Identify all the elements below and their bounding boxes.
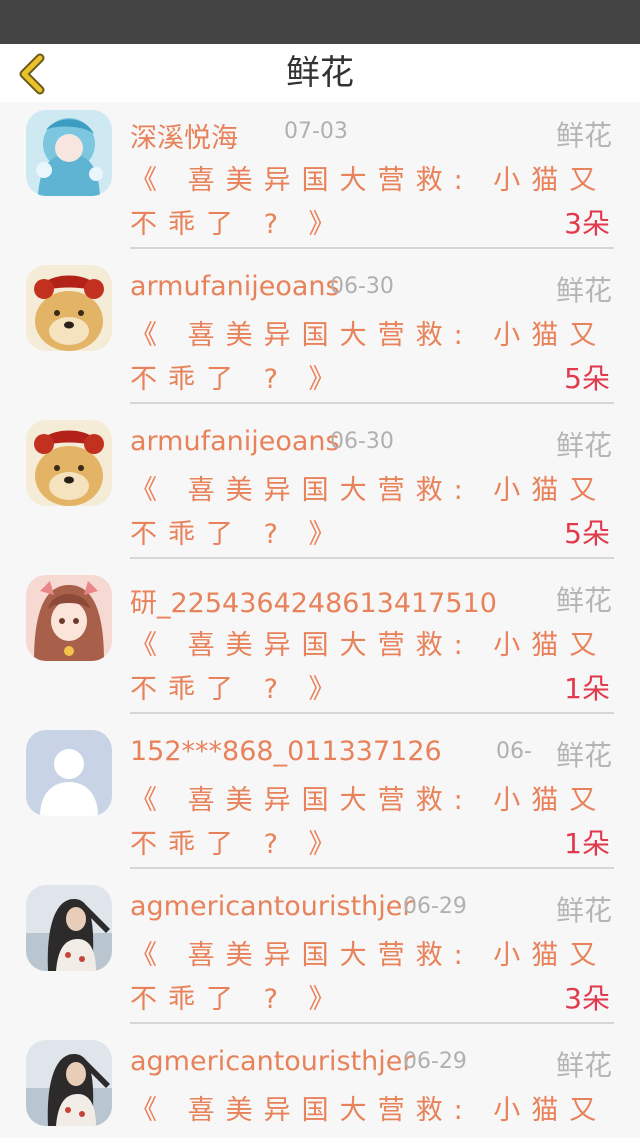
flower-count: 5朵	[564, 362, 610, 395]
gift-list: 深溪悦海 07-03 鲜花 《 喜美异国大营救: 小猫又 不乖了 ? 》 3朵 …	[0, 102, 640, 1138]
book-title-line1[interactable]: 《 喜美异国大营救: 小猫又	[130, 158, 607, 197]
date: 06-30	[330, 274, 394, 299]
user-name[interactable]: armufanijeoans	[130, 426, 340, 457]
avatar[interactable]	[26, 575, 112, 661]
girl-photo-avatar-icon	[26, 885, 112, 971]
book-title-line2[interactable]: 不乖了 ? 》	[130, 512, 347, 551]
anime-girl-avatar-icon	[26, 575, 112, 661]
book-title-line1[interactable]: 《 喜美异国大营救: 小猫又	[130, 933, 607, 972]
flower-count: 1朵	[564, 672, 610, 705]
user-name[interactable]: agmericantouristhjer	[130, 891, 414, 922]
list-item[interactable]: agmericantouristhjer 06-29 鲜花 《 喜美异国大营救:…	[0, 1032, 640, 1138]
divider	[130, 867, 614, 869]
gift-type: 鲜花	[555, 429, 612, 462]
avatar[interactable]	[26, 730, 112, 816]
book-title-line1[interactable]: 《 喜美异国大营救: 小猫又	[130, 1088, 607, 1127]
book-title-line2[interactable]: 不乖了 ? 》	[130, 202, 347, 241]
book-title-line2[interactable]: 不乖了 ? 》	[130, 357, 347, 396]
date: 07-03	[284, 119, 348, 144]
flower-count: 5朵	[564, 517, 610, 550]
user-name[interactable]: armufanijeoans	[130, 271, 340, 302]
avatar[interactable]	[26, 885, 112, 971]
gift-type: 鲜花	[555, 739, 612, 772]
date: 06-	[496, 739, 532, 764]
book-title-line2[interactable]: 不乖了 ? 》	[130, 667, 347, 706]
divider	[130, 712, 614, 714]
avatar[interactable]	[26, 420, 112, 506]
list-item[interactable]: 研_2254364248613417510 鲜花 《 喜美异国大营救: 小猫又 …	[0, 567, 640, 722]
book-title-line2[interactable]: 不乖了 ? 》	[130, 822, 347, 861]
anime-blue-hair-avatar-icon	[26, 110, 112, 196]
avatar[interactable]	[26, 110, 112, 196]
list-item[interactable]: 深溪悦海 07-03 鲜花 《 喜美异国大营救: 小猫又 不乖了 ? 》 3朵	[0, 102, 640, 257]
user-name[interactable]: 研_2254364248613417510	[130, 581, 497, 620]
user-name[interactable]: 深溪悦海	[130, 116, 238, 155]
divider	[130, 557, 614, 559]
divider	[130, 1022, 614, 1024]
date: 06-29	[403, 894, 467, 919]
default-user-avatar-icon	[26, 730, 112, 816]
book-title-line1[interactable]: 《 喜美异国大营救: 小猫又	[130, 313, 607, 352]
chevron-left-icon	[19, 53, 45, 95]
book-title-line1[interactable]: 《 喜美异国大营救: 小猫又	[130, 778, 607, 817]
page-title: 鲜花	[286, 53, 354, 93]
gift-type: 鲜花	[555, 274, 612, 307]
book-title-line2[interactable]: 不乖了 ? 》	[130, 977, 347, 1016]
girl-photo-avatar-icon	[26, 1040, 112, 1126]
date: 06-30	[330, 429, 394, 454]
avatar[interactable]	[26, 1040, 112, 1126]
flower-count: 3朵	[564, 207, 610, 240]
list-item[interactable]: armufanijeoans 06-30 鲜花 《 喜美异国大营救: 小猫又 不…	[0, 257, 640, 412]
doge-red-hair-avatar-icon	[26, 265, 112, 351]
flower-count: 1朵	[564, 827, 610, 860]
book-title-line1[interactable]: 《 喜美异国大营救: 小猫又	[130, 623, 607, 662]
divider	[130, 247, 614, 249]
book-title-line1[interactable]: 《 喜美异国大营救: 小猫又	[130, 468, 607, 507]
gift-type: 鲜花	[555, 894, 612, 927]
doge-red-hair-avatar-icon	[26, 420, 112, 506]
status-bar	[0, 0, 640, 44]
list-item[interactable]: 152***868_011337126 06- 鲜花 《 喜美异国大营救: 小猫…	[0, 722, 640, 877]
gift-type: 鲜花	[555, 119, 612, 152]
gift-type: 鲜花	[555, 584, 612, 617]
nav-bar: 鲜花	[0, 44, 640, 102]
avatar[interactable]	[26, 265, 112, 351]
date: 06-29	[403, 1049, 467, 1074]
user-name[interactable]: 152***868_011337126	[130, 736, 442, 767]
divider	[130, 402, 614, 404]
flower-count: 3朵	[564, 982, 610, 1015]
user-name[interactable]: agmericantouristhjer	[130, 1046, 414, 1077]
list-item[interactable]: agmericantouristhjer 06-29 鲜花 《 喜美异国大营救:…	[0, 877, 640, 1032]
back-button[interactable]	[10, 48, 60, 98]
list-item[interactable]: armufanijeoans 06-30 鲜花 《 喜美异国大营救: 小猫又 不…	[0, 412, 640, 567]
gift-type: 鲜花	[555, 1049, 612, 1082]
